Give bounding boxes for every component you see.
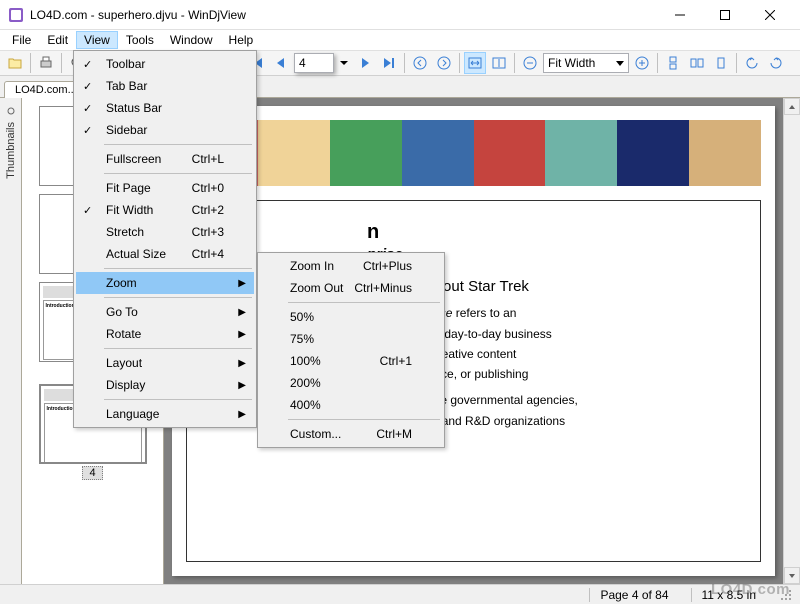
status-bar: Page 4 of 84 11 x 8.5 in [0,584,800,604]
menu-fitwidth[interactable]: ✓Fit WidthCtrl+2 [76,199,254,221]
menu-help[interactable]: Help [221,31,262,49]
menu-toolbar[interactable]: ✓Toolbar [76,53,254,75]
separator [736,53,737,73]
menubar: File Edit View Tools Window Help [0,30,800,50]
menu-tools[interactable]: Tools [118,31,162,49]
zoom-out-button[interactable] [519,52,541,74]
menu-sidebar[interactable]: ✓Sidebar [76,119,254,141]
menu-statusbar[interactable]: ✓Status Bar [76,97,254,119]
last-page-button[interactable] [378,52,400,74]
menu-language[interactable]: Language▶ [76,403,254,425]
page-heading: n [367,221,740,244]
close-button[interactable] [747,0,792,29]
menu-display[interactable]: Display▶ [76,374,254,396]
app-icon [8,7,24,23]
menu-goto[interactable]: Go To▶ [76,301,254,323]
menu-zoom[interactable]: Zoom▶ [76,272,254,294]
menu-zoom-75[interactable]: 75% [260,328,442,350]
vertical-scrollbar[interactable] [783,98,800,584]
menu-layout[interactable]: Layout▶ [76,352,254,374]
scroll-track[interactable] [784,115,800,567]
thumb-label: 4 [82,466,102,480]
thumbnails-tab-label: Thumbnails [5,122,17,179]
view-menu: ✓Toolbar ✓Tab Bar ✓Status Bar ✓Sidebar F… [73,50,257,428]
menu-zoom-out[interactable]: Zoom OutCtrl+Minus [260,277,442,299]
menu-window[interactable]: Window [162,31,221,49]
open-button[interactable] [4,52,26,74]
menu-stretch[interactable]: StretchCtrl+3 [76,221,254,243]
fit-page-button[interactable] [488,52,510,74]
pin-icon [6,106,16,116]
separator [657,53,658,73]
menu-zoom-50[interactable]: 50% [260,306,442,328]
menu-zoom-in[interactable]: Zoom InCtrl+Plus [260,255,442,277]
menu-zoom-200[interactable]: 200% [260,372,442,394]
nav-back-button[interactable] [409,52,431,74]
nav-forward-button[interactable] [433,52,455,74]
rotate-left-button[interactable] [741,52,763,74]
separator [30,53,31,73]
menu-zoom-100[interactable]: 100%Ctrl+1 [260,350,442,372]
separator [459,53,460,73]
maximize-button[interactable] [702,0,747,29]
menu-zoom-custom[interactable]: Custom...Ctrl+M [260,423,442,445]
menu-tabbar[interactable]: ✓Tab Bar [76,75,254,97]
zoom-submenu: Zoom InCtrl+Plus Zoom OutCtrl+Minus 50% … [257,252,445,448]
fit-width-button[interactable] [464,52,486,74]
layout-facing-button[interactable] [686,52,708,74]
prev-page-button[interactable] [270,52,292,74]
menu-file[interactable]: File [4,31,39,49]
separator [514,53,515,73]
layout-continuous-button[interactable] [662,52,684,74]
menu-view[interactable]: View [76,31,118,49]
titlebar: LO4D.com - superhero.djvu - WinDjView [0,0,800,30]
minimize-button[interactable] [657,0,702,29]
zoom-value: Fit Width [548,56,595,70]
watermark: LO4D.com [711,581,790,598]
next-page-button[interactable] [354,52,376,74]
menu-rotate[interactable]: Rotate▶ [76,323,254,345]
scroll-up-icon[interactable] [784,98,800,115]
menu-actual[interactable]: Actual SizeCtrl+4 [76,243,254,265]
print-button[interactable] [35,52,57,74]
rotate-right-button[interactable] [765,52,787,74]
layout-single-button[interactable] [710,52,732,74]
zoom-combo[interactable]: Fit Width [543,53,629,73]
zoom-in-button[interactable] [631,52,653,74]
menu-zoom-400[interactable]: 400% [260,394,442,416]
menu-fitpage[interactable]: Fit PageCtrl+0 [76,177,254,199]
separator [404,53,405,73]
menu-fullscreen[interactable]: FullscreenCtrl+L [76,148,254,170]
page-banner [186,120,761,186]
menu-edit[interactable]: Edit [39,31,76,49]
separator [61,53,62,73]
sidebar-tab-strip[interactable]: Thumbnails [0,98,22,584]
status-page: Page 4 of 84 [589,588,678,602]
window-title: LO4D.com - superhero.djvu - WinDjView [30,8,657,22]
page-input[interactable] [294,53,334,73]
page-dropdown-icon[interactable] [336,52,352,74]
